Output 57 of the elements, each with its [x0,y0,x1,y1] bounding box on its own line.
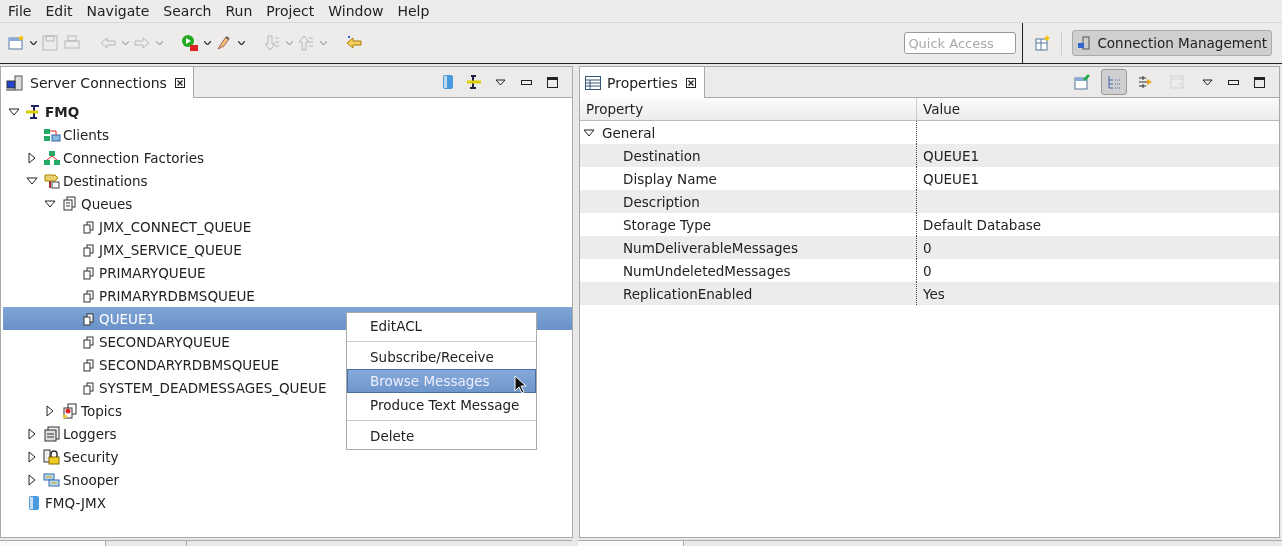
view-tab[interactable]: Properties [580,67,705,98]
property-value[interactable]: 0 [916,236,1279,259]
tree-item[interactable]: PRIMARYRDBMSQUEUE [3,284,259,307]
tree-item[interactable]: JMX_SERVICE_QUEUE [3,238,246,261]
tree-item[interactable]: Snooper [3,468,124,491]
menu-item[interactable]: File [1,3,39,19]
tree-item[interactable]: FMQ [3,100,84,123]
perspective-button[interactable]: Connection Management [1072,30,1272,56]
property-name: Destination [622,146,702,166]
quick-access-field[interactable]: Quick Access [904,32,1017,54]
tree-item[interactable]: SECONDARYQUEUE [3,330,234,353]
menu-item[interactable]: Subscribe/Receive [347,345,536,369]
security-icon [43,448,61,465]
mouse-pointer-icon [514,375,527,394]
menu-item[interactable]: Search [156,3,219,19]
menu-item[interactable]: Delete [347,424,536,448]
menu-item[interactable]: Window [321,3,391,19]
tree-item[interactable]: Connection Factories [3,146,209,169]
category-label: General [602,124,656,141]
tree-item[interactable]: PRIMARYQUEUE [3,261,210,284]
tree-item[interactable]: Loggers [3,422,121,445]
computer-icon [6,74,24,91]
property-name: Storage Type [622,215,713,235]
collapse-arrow-icon[interactable] [43,199,57,208]
menu-item[interactable]: Navigate [79,3,157,19]
collapse-arrow-icon[interactable] [25,176,39,185]
property-name: NumUndeletedMessages [622,261,792,281]
collapse-arrow-icon[interactable] [7,107,21,116]
tree-item[interactable]: Clients [3,123,114,146]
menu-item[interactable]: Project [259,3,322,19]
property-value[interactable]: Yes [916,282,1279,305]
collapse-arrow-icon[interactable] [583,128,595,137]
property-name: ReplicationEnabled [622,284,754,304]
property-name: Display Name [622,169,718,189]
property-name: Description [622,192,701,212]
run-icon[interactable] [179,32,201,54]
menu-item[interactable]: Help [390,3,437,19]
tree-item[interactable]: Destinations [3,169,152,192]
tree-item[interactable]: Queues [3,192,137,215]
open-perspective-icon[interactable] [1035,35,1052,51]
menu-item[interactable]: Edit [38,3,80,19]
column-header[interactable]: Value [916,98,1279,120]
property-value[interactable]: QUEUE1 [916,144,1279,167]
menu-item[interactable]: Produce Text Message [347,393,536,417]
tree-item[interactable]: Security [3,445,123,468]
tree-item[interactable]: SYSTEM_DEADMESSAGES_QUEUE [3,376,331,399]
tree-item[interactable]: JMX_CONNECT_QUEUE [3,215,256,238]
menu-item[interactable]: Run [218,3,260,19]
view-tab[interactable]: Server Connections [1,67,194,98]
column-header[interactable]: Property [580,98,916,120]
close-icon[interactable] [174,77,185,88]
tree-item[interactable]: Topics [3,399,126,422]
table-icon [585,75,601,90]
close-icon[interactable] [685,77,696,88]
property-name: NumDeliverableMessages [622,238,799,258]
tree-item[interactable]: SECONDARYRDBMSQUEUE [3,353,284,376]
tree-item[interactable]: FMQ-JMX [3,491,110,514]
